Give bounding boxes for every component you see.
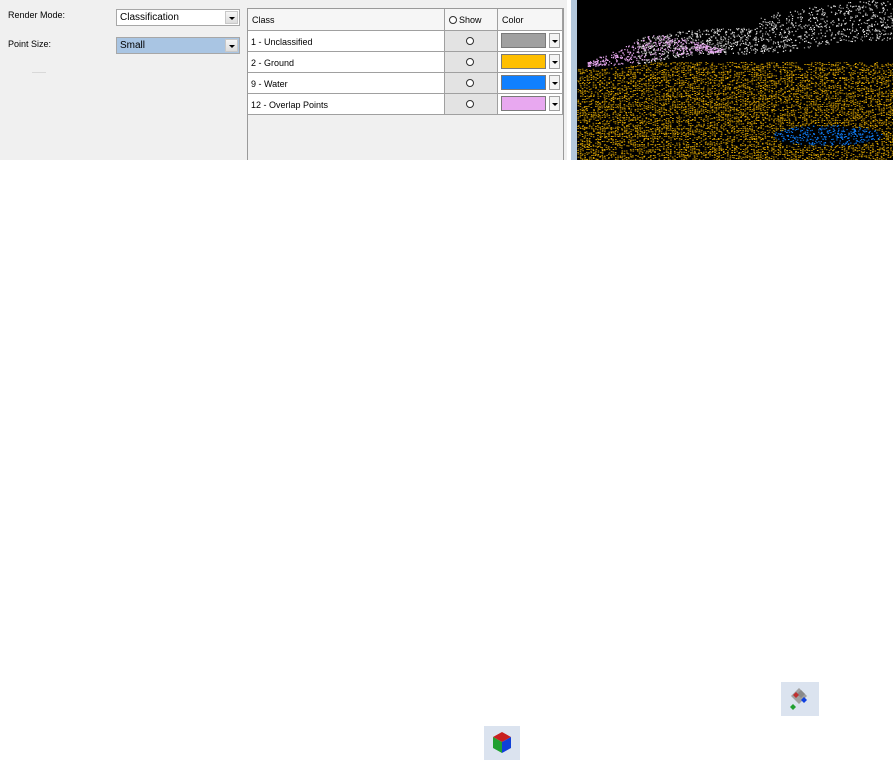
separator xyxy=(32,72,46,73)
show-cell[interactable] xyxy=(445,94,498,115)
color-cell[interactable] xyxy=(498,31,563,52)
display-settings-panel: Render Mode: Classification Point Size: … xyxy=(0,0,567,160)
color-swatch[interactable] xyxy=(501,33,546,48)
color-swatch[interactable] xyxy=(501,75,546,90)
color-cell[interactable] xyxy=(498,73,563,94)
points-display-icon[interactable] xyxy=(781,682,819,716)
show-radio[interactable] xyxy=(466,79,474,87)
class-table: Class Show Color 1 - Unclassified 2 - Gr… xyxy=(247,8,564,160)
point-cloud-render xyxy=(577,0,893,160)
color-swatch[interactable] xyxy=(501,96,546,111)
render-mode-label: Render Mode: xyxy=(8,10,65,20)
show-cell[interactable] xyxy=(445,73,498,94)
color-cell[interactable] xyxy=(498,94,563,115)
chevron-down-icon[interactable] xyxy=(549,96,560,111)
table-row[interactable]: 9 - Water xyxy=(248,73,563,94)
table-row[interactable]: 1 - Unclassified xyxy=(248,31,563,52)
show-header-label: Show xyxy=(459,15,482,25)
color-header-label: Color xyxy=(502,15,524,25)
color-cube-icon[interactable] xyxy=(484,726,520,760)
chevron-down-icon[interactable] xyxy=(549,75,560,90)
show-cell[interactable] xyxy=(445,31,498,52)
color-cell[interactable] xyxy=(498,52,563,73)
show-radio[interactable] xyxy=(466,37,474,45)
show-all-radio[interactable] xyxy=(449,16,457,24)
color-swatch[interactable] xyxy=(501,54,546,69)
chevron-down-icon[interactable] xyxy=(549,54,560,69)
point-size-label: Point Size: xyxy=(8,39,51,49)
class-name: 12 - Overlap Points xyxy=(248,94,445,115)
class-column-header[interactable]: Class xyxy=(248,9,445,31)
point-size-value: Small xyxy=(120,40,145,51)
chevron-down-icon[interactable] xyxy=(549,33,560,48)
render-mode-dropdown[interactable]: Classification xyxy=(116,9,240,26)
show-cell[interactable] xyxy=(445,52,498,73)
table-row[interactable]: 2 - Ground xyxy=(248,52,563,73)
chevron-down-icon[interactable] xyxy=(225,11,238,24)
class-name: 1 - Unclassified xyxy=(248,31,445,52)
class-header-label: Class xyxy=(252,15,275,25)
show-radio[interactable] xyxy=(466,100,474,108)
show-radio[interactable] xyxy=(466,58,474,66)
chevron-down-icon[interactable] xyxy=(225,39,238,52)
table-row[interactable]: 12 - Overlap Points xyxy=(248,94,563,115)
point-size-dropdown[interactable]: Small xyxy=(116,37,240,54)
point-cloud-viewport[interactable] xyxy=(577,0,893,160)
class-name: 2 - Ground xyxy=(248,52,445,73)
show-column-header[interactable]: Show xyxy=(445,9,498,31)
color-column-header[interactable]: Color xyxy=(498,9,563,31)
render-mode-value: Classification xyxy=(120,12,179,23)
class-name: 9 - Water xyxy=(248,73,445,94)
